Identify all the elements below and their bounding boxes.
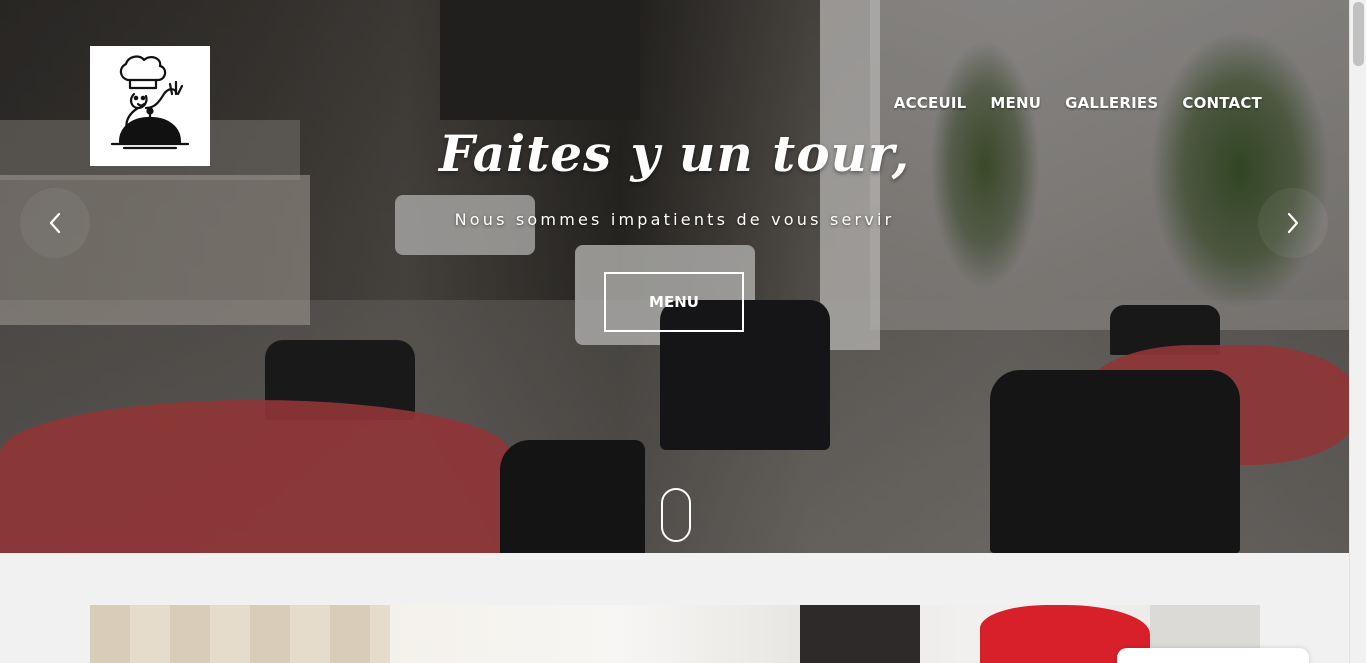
about-section-image bbox=[90, 605, 1260, 663]
nav-item-accueil[interactable]: ACCEUIL bbox=[894, 94, 967, 112]
page-scrollbar[interactable] bbox=[1349, 0, 1366, 663]
nav-item-menu[interactable]: MENU bbox=[990, 94, 1041, 112]
main-navigation: ACCEUIL MENU GALLERIES CONTACT bbox=[894, 94, 1262, 112]
carousel-next-button[interactable] bbox=[1258, 188, 1328, 258]
hero-title: Faites y un tour, bbox=[438, 124, 911, 183]
scrollbar-thumb[interactable] bbox=[1353, 2, 1364, 66]
about-image-wood-panel bbox=[90, 605, 390, 663]
mouse-scroll-icon[interactable] bbox=[661, 488, 691, 542]
about-image-dark-panel bbox=[800, 605, 920, 663]
hero-menu-button[interactable]: MENU bbox=[604, 272, 744, 332]
hero-subtitle: Nous sommes impatients de vous servir bbox=[454, 210, 895, 229]
chat-widget[interactable] bbox=[1117, 648, 1309, 663]
nav-item-contact[interactable]: CONTACT bbox=[1182, 94, 1262, 112]
hero-section: ACCEUIL MENU GALLERIES CONTACT Faites y … bbox=[0, 0, 1349, 553]
chevron-left-icon bbox=[49, 212, 61, 234]
carousel-prev-button[interactable] bbox=[20, 188, 90, 258]
nav-item-galleries[interactable]: GALLERIES bbox=[1065, 94, 1158, 112]
chevron-right-icon bbox=[1287, 212, 1299, 234]
